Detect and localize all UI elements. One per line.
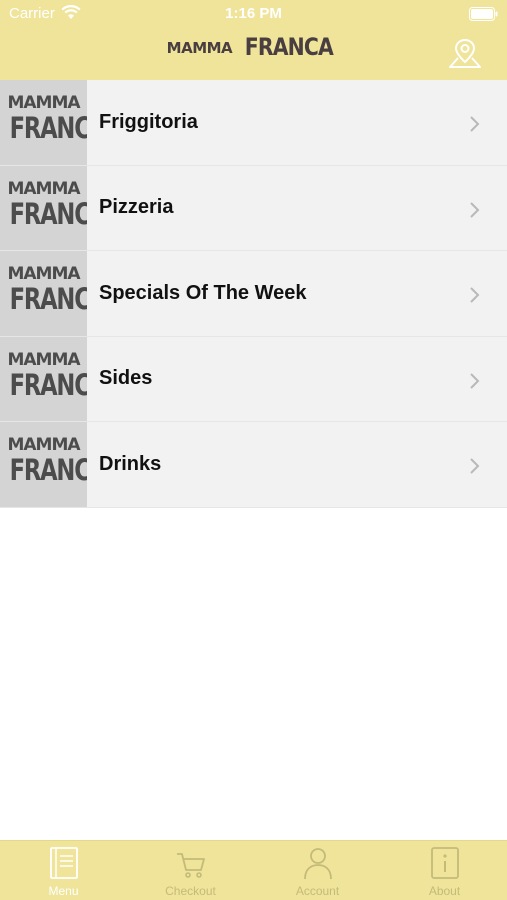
thumbnail-logo-small: MAMMA (7, 178, 80, 199)
info-icon (431, 847, 459, 879)
thumbnail-logo-small: MAMMA (7, 264, 80, 284)
person-icon (304, 848, 332, 880)
menu-category-pizzeria[interactable]: MAMMA FRANCA Pizzeria (0, 165, 507, 251)
status-bar: Carrier 1:16 PM (0, 0, 507, 28)
tab-menu[interactable]: Menu (0, 841, 127, 900)
category-thumbnail: MAMMA FRANCA (0, 336, 87, 421)
menu-category-list: MAMMA FRANCA Friggitoria MAMMA FRANCA Pi… (0, 80, 507, 508)
thumbnail-logo-big: FRANCA (9, 111, 87, 145)
logo-big-text: FRANCA (244, 33, 333, 61)
thumbnail-logo-big: FRANCA (9, 196, 87, 231)
tab-label: Menu (48, 884, 79, 898)
tab-about[interactable]: About (381, 841, 507, 900)
category-label: Specials Of The Week (99, 281, 307, 304)
category-thumbnail: MAMMA FRANCA (0, 251, 87, 336)
thumbnail-logo-big: FRANCA (9, 282, 87, 316)
map-pin-icon[interactable] (448, 37, 482, 69)
category-thumbnail: MAMMA FRANCA (0, 165, 87, 250)
navigation-header: Carrier 1:16 PM MAMMA FRANCA (0, 0, 507, 80)
brand-logo: MAMMA FRANCA (0, 33, 507, 73)
thumbnail-logo-big: FRANCA (9, 367, 87, 402)
category-label: Pizzeria (99, 196, 174, 219)
tab-label: Account (295, 884, 340, 898)
category-thumbnail: MAMMA FRANCA (0, 422, 87, 507)
menu-category-drinks[interactable]: MAMMA FRANCA Drinks (0, 422, 507, 508)
category-label: Drinks (99, 452, 162, 475)
thumbnail-logo-big: FRANCA (9, 453, 87, 487)
menu-category-friggitoria[interactable]: MAMMA FRANCA Friggitoria (0, 80, 507, 166)
tab-bar: Menu Checkout Account About (0, 840, 507, 900)
category-thumbnail: MAMMA FRANCA (0, 80, 87, 165)
menu-category-sides[interactable]: MAMMA FRANCA Sides (0, 336, 507, 422)
thumbnail-logo-small: MAMMA (7, 349, 80, 370)
category-label: Sides (99, 367, 153, 390)
thumbnail-logo-small: MAMMA (7, 435, 80, 455)
tab-checkout[interactable]: Checkout (127, 841, 254, 900)
chevron-right-icon (470, 372, 480, 389)
menu-category-specials[interactable]: MAMMA FRANCA Specials Of The Week (0, 251, 507, 337)
chevron-right-icon (470, 116, 480, 132)
tab-label: Checkout (165, 884, 216, 898)
chevron-right-icon (470, 287, 480, 303)
cart-icon (177, 853, 205, 878)
clock: 1:16 PM (225, 5, 282, 22)
chevron-right-icon (470, 458, 480, 474)
tab-account[interactable]: Account (254, 841, 381, 900)
tab-label: About (428, 884, 461, 898)
chevron-right-icon (470, 201, 480, 218)
book-icon (50, 847, 78, 879)
thumbnail-logo-small: MAMMA (7, 93, 80, 113)
logo-small-text: MAMMA (166, 39, 233, 57)
battery-icon (469, 7, 498, 21)
category-label: Friggitoria (99, 110, 198, 133)
